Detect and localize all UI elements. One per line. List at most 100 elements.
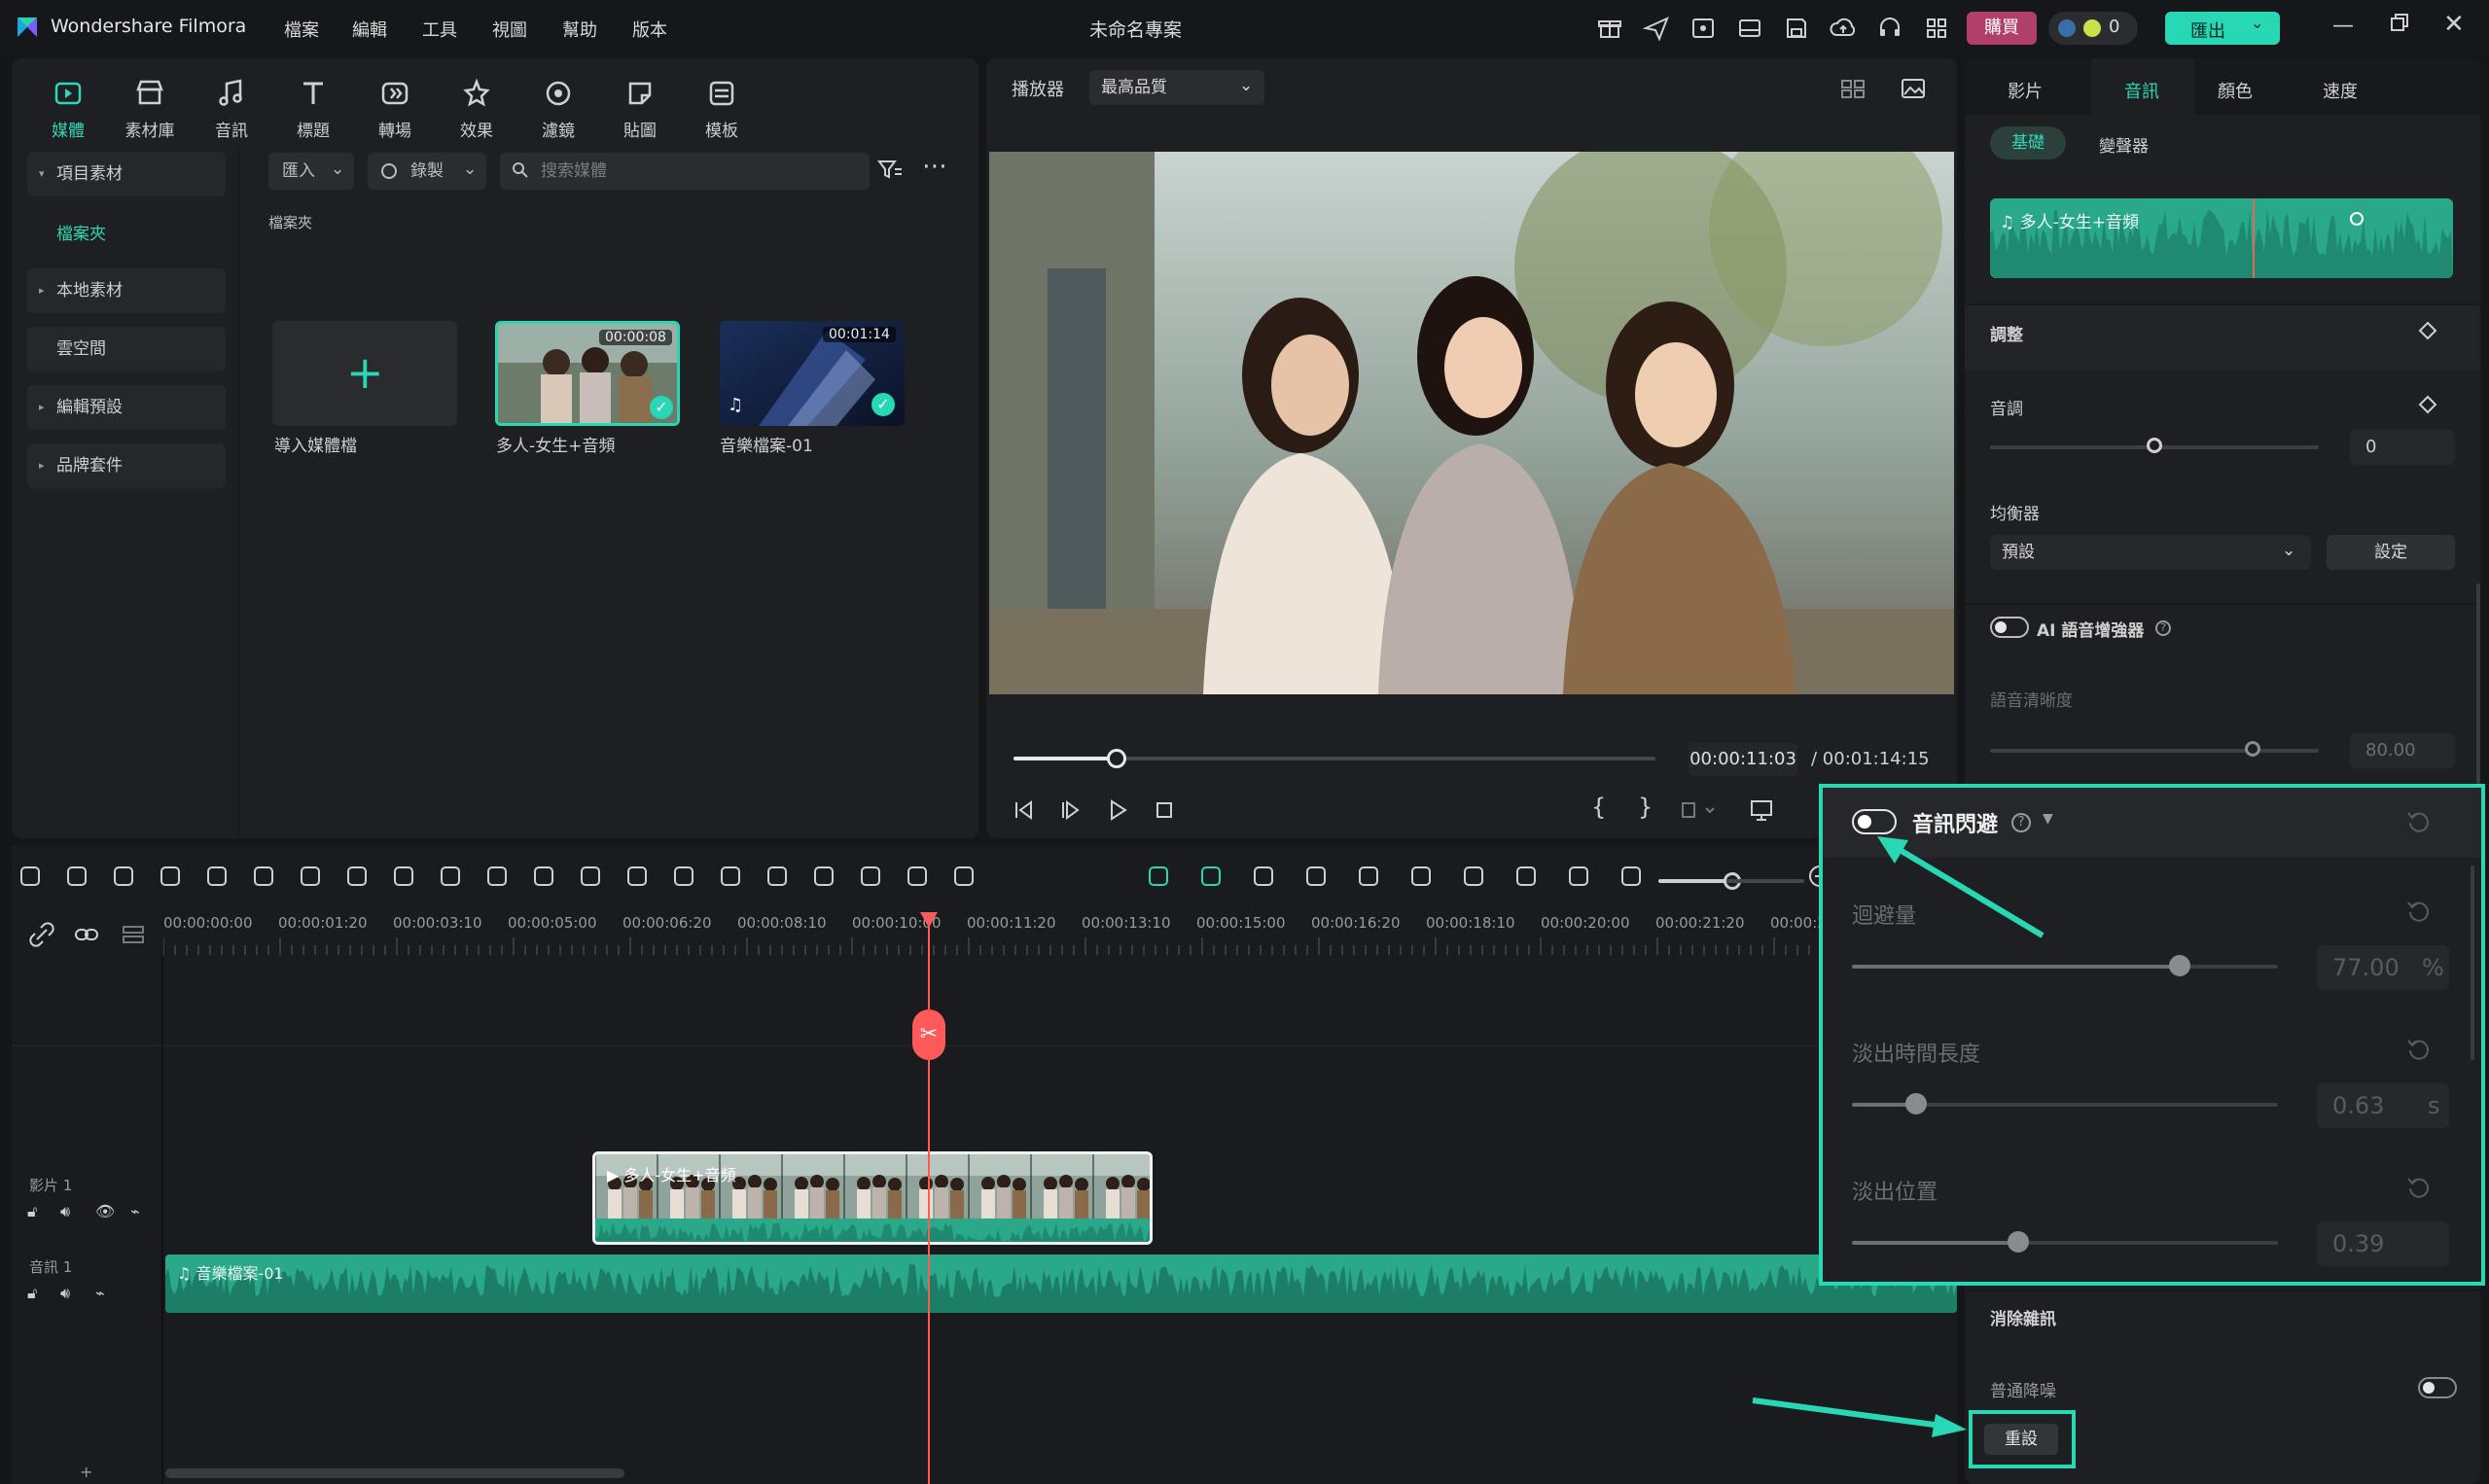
tab-media[interactable]: 媒體 — [33, 66, 103, 144]
mask-icon[interactable] — [482, 862, 512, 891]
keyframe-icon[interactable] — [2418, 321, 2437, 340]
track-mute-icon[interactable]: 🔊︎ — [60, 1202, 70, 1221]
audio-sync-icon[interactable] — [1249, 862, 1278, 891]
zoom-out-icon[interactable] — [1617, 862, 1646, 891]
reset-icon[interactable] — [2404, 807, 2434, 836]
undo-icon[interactable] — [109, 862, 138, 891]
track-lock-icon[interactable]: 🔓︎ — [27, 1202, 37, 1221]
pitch-slider-knob[interactable] — [2147, 438, 2162, 453]
mark-out-icon[interactable]: } — [1638, 794, 1653, 821]
tab-text-t[interactable]: 標題 — [278, 66, 348, 144]
ducking-amount-knob[interactable] — [2169, 955, 2191, 976]
filter-sort-icon[interactable] — [875, 156, 905, 185]
export-button[interactable]: 匯出 ⌄ — [2165, 12, 2280, 45]
sidebar-item-edit-presets[interactable]: ▸ 編輯預設 — [27, 385, 226, 430]
track-disable-icon[interactable]: ⌁ — [95, 1284, 105, 1302]
tab-color[interactable]: 顏色 — [2218, 78, 2253, 103]
reset-button[interactable]: 重設 — [1984, 1424, 2058, 1455]
add-track-icon[interactable]: + — [80, 1463, 92, 1481]
apps-grid-icon[interactable] — [1922, 14, 1951, 43]
snap-icon[interactable] — [1196, 862, 1226, 891]
text-icon[interactable] — [389, 862, 418, 891]
layout-icon[interactable] — [16, 862, 45, 891]
ai-icon[interactable] — [622, 862, 652, 891]
delete-icon[interactable] — [202, 862, 231, 891]
tab-filter[interactable]: 濾鏡 — [523, 66, 593, 144]
sidebar-item-brand-kit[interactable]: ▸ 品牌套件 — [27, 443, 226, 488]
keyframe-icon[interactable] — [809, 862, 838, 891]
clarity-slider-track[interactable] — [1990, 749, 2319, 753]
subtab-basic[interactable]: 基礎 — [1990, 126, 2066, 159]
grid-view-icon[interactable] — [1838, 74, 1867, 103]
import-dropdown[interactable]: 匯入 ⌄ — [268, 153, 354, 190]
speed-icon[interactable] — [529, 862, 558, 891]
close-icon[interactable]: ✕ — [2443, 10, 2465, 39]
points-badge[interactable]: 0 — [2048, 12, 2138, 45]
timeline-scrollbar[interactable] — [165, 1468, 624, 1478]
normal-denoise-toggle[interactable] — [2418, 1377, 2457, 1398]
sidebar-item-local-media[interactable]: ▸ 本地素材 — [27, 268, 226, 313]
tab-video[interactable]: 影片 — [2008, 78, 2043, 103]
timeline-playhead[interactable] — [928, 914, 930, 1484]
track-manager-icon[interactable] — [119, 920, 148, 949]
menu-item-1[interactable]: 編輯 — [352, 17, 387, 42]
ai-voice-enhancer-toggle[interactable] — [1990, 617, 2029, 638]
prev-frame-icon[interactable] — [1012, 797, 1037, 823]
track-eye-icon[interactable]: 👁︎ — [95, 1202, 115, 1220]
minimize-icon[interactable]: — — [2332, 14, 2354, 38]
fadeout-duration-input[interactable]: 0.63 s — [2317, 1083, 2449, 1128]
audio-clip-waveform[interactable]: ♫ 多人-女生+音頻 — [1990, 198, 2453, 278]
cut-icon[interactable] — [249, 862, 278, 891]
timeline-ruler[interactable] — [163, 936, 1957, 955]
ducking-amount-input[interactable]: 77.00% — [2317, 945, 2449, 990]
timer-icon[interactable] — [716, 862, 745, 891]
stop-icon[interactable] — [1152, 797, 1177, 823]
color-icon[interactable] — [576, 862, 605, 891]
tab-transition[interactable]: 轉場 — [360, 66, 430, 144]
caret-down-icon[interactable]: ▼ — [2043, 811, 2053, 827]
media-card-video[interactable]: 00:00:08 ✓ — [495, 321, 680, 426]
snapshot-icon[interactable] — [1899, 74, 1928, 103]
restore-icon[interactable] — [2389, 12, 2410, 33]
reset-icon[interactable] — [2404, 1035, 2434, 1064]
fit-width-icon[interactable] — [1564, 862, 1593, 891]
select-icon[interactable] — [62, 862, 91, 891]
track-mute-icon[interactable]: 🔊︎ — [60, 1284, 70, 1303]
zoom-slider-track[interactable] — [1658, 879, 1726, 883]
playback-scrubber[interactable] — [1106, 749, 1126, 768]
track-disable-icon[interactable]: ⌁ — [130, 1202, 140, 1220]
split-scissors-icon[interactable]: ✂ — [912, 1009, 945, 1060]
fadeout-duration-knob[interactable] — [1904, 1093, 1927, 1114]
current-time[interactable]: 00:00:11:03 — [1689, 743, 1797, 776]
tab-audio[interactable]: 音訊 — [2091, 58, 2194, 115]
shape-icon[interactable] — [436, 862, 465, 891]
more-options-icon[interactable]: ⋯ — [922, 152, 947, 181]
menu-item-2[interactable]: 工具 — [422, 17, 457, 42]
ai-mate-icon[interactable] — [1144, 862, 1173, 891]
edit-icon[interactable] — [669, 862, 698, 891]
next-frame-icon[interactable] — [1058, 797, 1084, 823]
video-preview[interactable] — [989, 152, 1954, 694]
layout-icon[interactable] — [1735, 14, 1764, 43]
sidebar-item-folder[interactable]: 檔案夾 — [56, 220, 106, 244]
link-icon[interactable] — [72, 920, 101, 949]
menu-item-5[interactable]: 版本 — [632, 17, 667, 42]
quality-dropdown[interactable]: 最高品質 ⌄ — [1089, 70, 1264, 105]
scrollbar[interactable] — [2471, 866, 2474, 1060]
tab-music-note[interactable]: 音訊 — [196, 66, 267, 144]
mic-icon[interactable] — [1406, 862, 1436, 891]
audio-clip[interactable]: ♫ 音樂檔案-01 — [165, 1254, 1957, 1313]
fadeout-position-input[interactable]: 0.39 — [2317, 1221, 2449, 1266]
buy-button[interactable]: 購買 — [1967, 12, 2037, 45]
equalizer-preset-dropdown[interactable]: 預設 ⌄ — [1990, 535, 2311, 570]
import-media-card[interactable]: + — [272, 321, 457, 426]
volume-handle[interactable] — [2350, 212, 2364, 226]
crop-screen-icon[interactable] — [1689, 14, 1718, 43]
play-icon[interactable] — [1105, 797, 1130, 823]
sidebar-item-cloud[interactable]: 雲空間 — [27, 327, 226, 371]
gift-icon[interactable] — [1595, 14, 1624, 43]
replace-icon[interactable] — [1511, 862, 1541, 891]
headset-icon[interactable] — [1875, 14, 1904, 43]
insert-dropdown-icon[interactable] — [1679, 797, 1718, 823]
record-dropdown[interactable]: 錄製 ⌄ — [368, 153, 486, 190]
